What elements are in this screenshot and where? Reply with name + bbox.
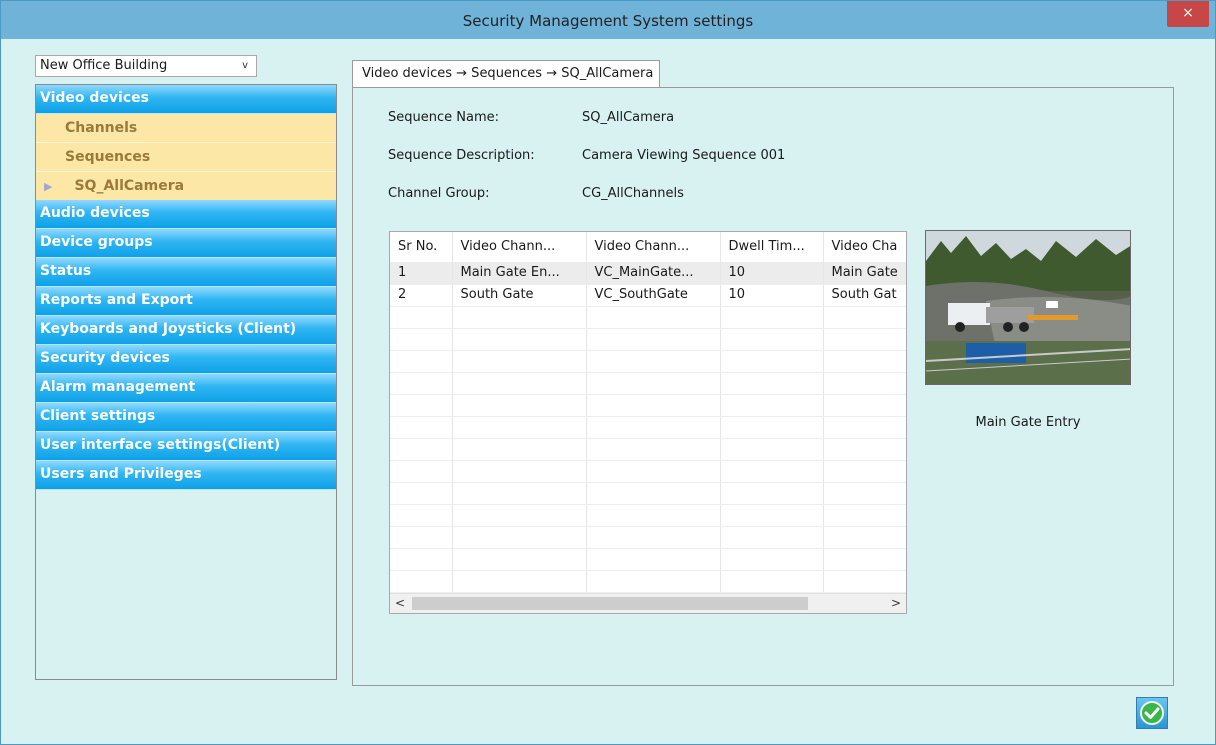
- sequence-details-panel: Sequence Name: SQ_AllCamera Sequence Des…: [352, 87, 1174, 686]
- sequence-description-label: Sequence Description:: [388, 148, 535, 163]
- table-cell: Main Gate: [823, 262, 906, 285]
- sequence-channels-grid[interactable]: Sr No. Video Chann... Video Chann... Dwe…: [389, 231, 907, 614]
- tab-breadcrumb[interactable]: Video devices → Sequences → SQ_AllCamera: [352, 60, 661, 87]
- empty-row: [390, 504, 906, 527]
- table-cell: VC_SouthGate: [586, 284, 721, 307]
- table-cell: Main Gate En...: [452, 262, 587, 285]
- table-row[interactable]: 2 South Gate VC_SouthGate 10 South Gat: [390, 284, 906, 307]
- empty-row: [390, 570, 906, 593]
- nav-category-device-groups[interactable]: Device groups: [36, 229, 336, 258]
- nav-category-users-privileges[interactable]: Users and Privileges: [36, 461, 336, 490]
- column-header-video-channel-desc[interactable]: Video Cha: [823, 232, 906, 262]
- table-cell: South Gate: [452, 284, 587, 307]
- column-header-dwell-time[interactable]: Dwell Tim...: [720, 232, 824, 262]
- nav-item-channels[interactable]: Channels: [36, 114, 336, 143]
- empty-row: [390, 438, 906, 461]
- table-cell: 10: [720, 262, 824, 285]
- empty-row: [390, 394, 906, 417]
- camera-preview-image: [925, 230, 1131, 385]
- nav-item-sq-allcamera[interactable]: ▶ SQ_AllCamera: [36, 172, 336, 200]
- channel-group-value: CG_AllChannels: [582, 186, 684, 201]
- empty-row: [390, 526, 906, 549]
- empty-row: [390, 416, 906, 439]
- camera-snapshot-illustration: [926, 231, 1130, 384]
- nav-category-alarm-management[interactable]: Alarm management: [36, 374, 336, 403]
- column-header-video-channel-id[interactable]: Video Chann...: [586, 232, 721, 262]
- scroll-right-icon[interactable]: >: [886, 594, 906, 613]
- nav-category-client-settings[interactable]: Client settings: [36, 403, 336, 432]
- close-icon: ×: [1182, 5, 1194, 21]
- settings-window: Security Management System settings × Ne…: [0, 0, 1216, 745]
- building-dropdown-value: New Office Building: [40, 58, 168, 73]
- sequence-name-label: Sequence Name:: [388, 110, 499, 125]
- check-icon: [1140, 701, 1164, 725]
- nav-category-status[interactable]: Status: [36, 258, 336, 287]
- nav-category-ui-settings[interactable]: User interface settings(Client): [36, 432, 336, 461]
- nav-category-video-devices[interactable]: Video devices: [36, 85, 336, 114]
- sequence-description-value: Camera Viewing Sequence 001: [582, 148, 786, 163]
- scrollbar-thumb[interactable]: [412, 597, 808, 610]
- table-row[interactable]: 1 Main Gate En... VC_MainGate... 10 Main…: [390, 262, 906, 285]
- nav-item-sq-allcamera-label: SQ_AllCamera: [74, 178, 185, 194]
- triangle-right-icon: ▶: [44, 180, 53, 193]
- empty-row: [390, 328, 906, 351]
- table-cell: VC_MainGate...: [586, 262, 721, 285]
- column-header-sr-no[interactable]: Sr No.: [390, 232, 453, 262]
- tab-label: Video devices → Sequences → SQ_AllCamera: [362, 66, 654, 81]
- nav-category-keyboards-joysticks[interactable]: Keyboards and Joysticks (Client): [36, 316, 336, 345]
- building-dropdown[interactable]: New Office Building v: [35, 55, 257, 77]
- scroll-left-icon[interactable]: <: [390, 594, 410, 613]
- chevron-down-icon: v: [242, 60, 248, 71]
- empty-row: [390, 350, 906, 373]
- sequence-name-value: SQ_AllCamera: [582, 110, 675, 125]
- nav-category-security-devices[interactable]: Security devices: [36, 345, 336, 374]
- client-area: New Office Building v Video devices Chan…: [9, 39, 1207, 737]
- table-cell: South Gat: [823, 284, 906, 307]
- empty-row: [390, 306, 906, 329]
- nav-category-audio-devices[interactable]: Audio devices: [36, 200, 336, 229]
- empty-row: [390, 460, 906, 483]
- channels-table: Sr No. Video Chann... Video Chann... Dwe…: [390, 232, 906, 593]
- nav-item-sequences[interactable]: Sequences: [36, 143, 336, 172]
- empty-row: [390, 482, 906, 505]
- empty-row: [390, 372, 906, 395]
- title-bar[interactable]: Security Management System settings ×: [1, 1, 1215, 39]
- grid-header-row: Sr No. Video Chann... Video Chann... Dwe…: [390, 232, 906, 262]
- table-cell: 1: [390, 262, 453, 285]
- channel-group-label: Channel Group:: [388, 186, 490, 201]
- empty-row: [390, 548, 906, 571]
- close-button[interactable]: ×: [1167, 1, 1209, 27]
- camera-preview-caption: Main Gate Entry: [975, 415, 1081, 430]
- ok-button[interactable]: [1136, 697, 1168, 729]
- table-cell: 10: [720, 284, 824, 307]
- nav-category-reports-export[interactable]: Reports and Export: [36, 287, 336, 316]
- column-header-video-channel-name[interactable]: Video Chann...: [452, 232, 587, 262]
- window-title: Security Management System settings: [462, 12, 754, 30]
- table-cell: 2: [390, 284, 453, 307]
- settings-navigation: Video devices Channels Sequences ▶ SQ_All…: [35, 84, 337, 680]
- horizontal-scrollbar[interactable]: < >: [390, 593, 906, 613]
